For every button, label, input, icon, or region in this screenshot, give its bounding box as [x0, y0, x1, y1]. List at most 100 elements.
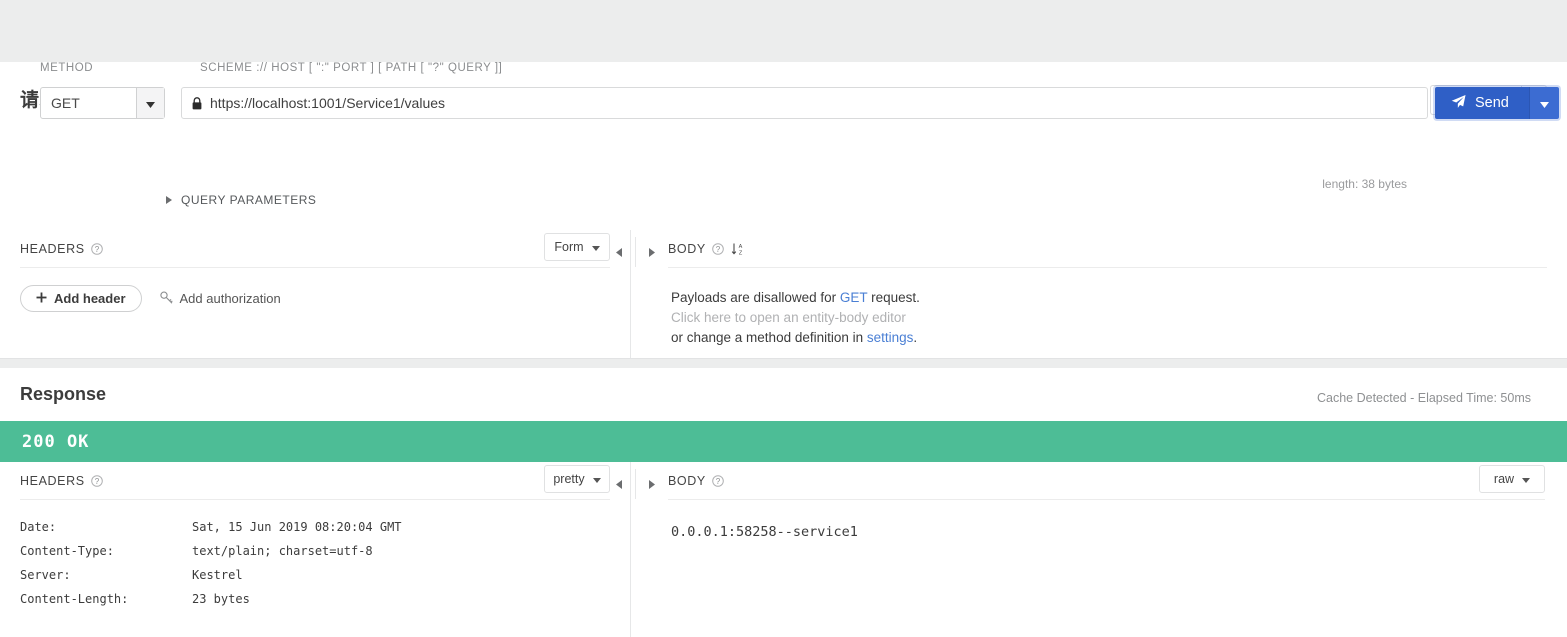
response-status-bar: 200 OK	[0, 421, 1567, 462]
add-header-button[interactable]: Add header	[20, 285, 142, 312]
request-body-line1-pre: Payloads are disallowed for	[671, 290, 840, 305]
response-body-pane: BODY ? raw 0.0.0.1:58258--service1	[631, 462, 1567, 637]
svg-text:?: ?	[716, 245, 721, 254]
response-title: Response	[20, 384, 107, 404]
help-circle-icon[interactable]: ?	[90, 242, 103, 255]
request-collapse-left-button[interactable]	[608, 245, 630, 260]
response-body-header: BODY ? raw	[668, 462, 1545, 500]
request-panel: 请求下游服务 Save METHOD SCHEME :// HOST [ ":"…	[0, 62, 1567, 359]
request-top-bar: 请求下游服务 Save METHOD SCHEME :// HOST [ ":"…	[0, 62, 1567, 207]
request-body-method-link[interactable]: GET	[840, 290, 868, 305]
response-body-title: BODY	[668, 473, 706, 488]
request-collapse-controls	[608, 237, 663, 267]
request-headers-pane: HEADERS ? Form Add header Add authorizat…	[0, 230, 630, 358]
paper-plane-icon	[1451, 94, 1466, 113]
request-split: HEADERS ? Form Add header Add authorizat…	[0, 230, 1567, 358]
send-button-group: Send	[1435, 87, 1559, 119]
query-parameters-toggle[interactable]: QUERY PARAMETERS	[166, 193, 316, 207]
svg-text:?: ?	[94, 477, 99, 486]
response-status-text: 200 OK	[22, 431, 90, 452]
method-select-caret[interactable]	[136, 88, 164, 118]
caret-right-icon	[649, 477, 655, 492]
method-select[interactable]: GET	[40, 87, 165, 119]
add-header-label: Add header	[54, 291, 126, 306]
triangle-right-icon	[166, 193, 172, 207]
request-headers-mode-label: Form	[554, 240, 584, 254]
response-headers-mode-dropdown[interactable]: pretty	[544, 465, 610, 493]
caret-down-icon	[592, 472, 601, 486]
help-circle-icon[interactable]: ?	[90, 474, 103, 487]
send-button[interactable]: Send	[1435, 87, 1529, 119]
request-body-line-2[interactable]: Click here to open an entity-body editor	[671, 308, 1567, 328]
request-body-pane: BODY ? A Z Payloads are disallowed for G…	[631, 230, 1567, 358]
svg-text:Z: Z	[739, 250, 743, 256]
collapse-divider	[635, 469, 636, 499]
header-value: Kestrel	[192, 568, 243, 582]
request-body-line-1: Payloads are disallowed for GET request.	[671, 288, 1567, 308]
sort-alpha-down-icon[interactable]: A Z	[731, 242, 745, 256]
request-body-title: BODY	[668, 241, 706, 256]
request-body-line3-pre: or change a method definition in	[671, 330, 867, 345]
header-value: text/plain; charset=utf-8	[192, 544, 373, 558]
caret-left-icon	[616, 245, 622, 260]
request-headers-actions: Add header Add authorization	[20, 285, 630, 312]
header-name: Content-Type:	[20, 544, 114, 558]
add-authorization-button[interactable]: Add authorization	[159, 291, 281, 307]
add-authorization-label: Add authorization	[179, 291, 281, 306]
url-row: GET https://localhost:1001/Service1/valu…	[20, 87, 1559, 119]
response-header: Response Cache Detected - Elapsed Time: …	[0, 368, 1567, 421]
response-meta-text: Cache Detected - Elapsed Time: 50ms	[1317, 391, 1531, 405]
key-icon	[159, 291, 173, 307]
table-row: Content-Length: 23 bytes	[20, 592, 402, 616]
response-body-mode-dropdown[interactable]: raw	[1479, 465, 1545, 493]
url-input[interactable]: https://localhost:1001/Service1/values	[181, 87, 1428, 119]
send-dropdown-button[interactable]	[1528, 87, 1559, 119]
request-body-header: BODY ? A Z	[668, 230, 1547, 268]
header-value: 23 bytes	[192, 592, 250, 606]
caret-left-icon	[616, 477, 622, 492]
chevron-down-icon	[1539, 96, 1549, 111]
url-input-value: https://localhost:1001/Service1/values	[210, 95, 446, 111]
header-value: Sat, 15 Jun 2019 08:20:04 GMT	[192, 520, 402, 534]
request-headers-mode-dropdown[interactable]: Form	[544, 233, 610, 261]
response-headers-mode-label: pretty	[553, 472, 585, 486]
response-headers-pane: HEADERS ? pretty Date: Sat, 15 Jun 2019 …	[0, 462, 630, 637]
request-length-text: length: 38 bytes	[1322, 177, 1407, 191]
response-headers-header: HEADERS ? pretty	[20, 462, 610, 500]
response-headers-table: Date: Sat, 15 Jun 2019 08:20:04 GMT Conten…	[20, 520, 402, 616]
method-select-value: GET	[51, 95, 80, 111]
help-circle-icon[interactable]: ?	[712, 474, 724, 487]
field-labels-row: METHOD SCHEME :// HOST [ ":" PORT ] [ PA…	[20, 62, 1547, 77]
table-row: Content-Type: text/plain; charset=utf-8	[20, 544, 402, 568]
plus-icon	[36, 291, 47, 306]
request-headers-header: HEADERS ? Form	[20, 230, 610, 268]
panel-gap	[0, 359, 1567, 368]
header-name: Server:	[20, 568, 71, 582]
method-label: METHOD	[40, 62, 94, 74]
svg-text:?: ?	[716, 477, 721, 486]
response-body-mode-label: raw	[1493, 472, 1515, 486]
table-row: Date: Sat, 15 Jun 2019 08:20:04 GMT	[20, 520, 402, 544]
response-panel: Response Cache Detected - Elapsed Time: …	[0, 368, 1567, 637]
header-name: Content-Length:	[20, 592, 129, 606]
settings-link[interactable]: settings	[867, 330, 914, 345]
caret-down-icon	[146, 96, 155, 111]
response-collapse-controls	[608, 469, 663, 499]
caret-right-icon	[649, 245, 655, 260]
request-response-app: 请求下游服务 Save METHOD SCHEME :// HOST [ ":"…	[0, 62, 1567, 637]
response-collapse-left-button[interactable]	[608, 477, 630, 492]
table-row: Server: Kestrel	[20, 568, 402, 592]
caret-down-icon	[591, 240, 600, 254]
header-name: Date:	[20, 520, 57, 534]
response-body-content: 0.0.0.1:58258--service1	[671, 524, 858, 540]
response-collapse-right-button[interactable]	[641, 477, 663, 492]
help-circle-icon[interactable]: ?	[712, 242, 724, 255]
lock-icon	[192, 96, 202, 110]
response-split: HEADERS ? pretty Date: Sat, 15 Jun 2019 …	[0, 462, 1567, 637]
collapse-divider	[635, 237, 636, 267]
request-collapse-right-button[interactable]	[641, 245, 663, 260]
send-button-label: Send	[1475, 95, 1509, 111]
request-body-line3-post: .	[913, 330, 918, 345]
request-body-line1-post: request.	[867, 290, 920, 305]
svg-text:A: A	[738, 244, 742, 250]
